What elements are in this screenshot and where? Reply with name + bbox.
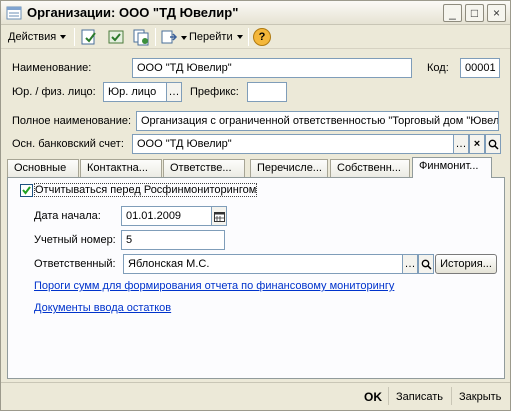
history-button[interactable]: История... <box>435 254 497 274</box>
search-icon[interactable] <box>418 254 434 274</box>
tab-own[interactable]: Собственн... <box>330 159 410 177</box>
name-label: Наименование: <box>12 62 92 74</box>
actions-menu[interactable]: Действия <box>8 29 67 45</box>
copy-icon[interactable] <box>132 28 150 46</box>
thresholds-link[interactable]: Пороги сумм для формирования отчета по ф… <box>34 280 394 292</box>
prefix-label: Префикс: <box>190 86 239 98</box>
ok-button[interactable]: OK <box>364 389 382 405</box>
help-icon[interactable]: ? <box>253 28 271 46</box>
tab-contact[interactable]: Контактна... <box>80 159 162 177</box>
legal-type-label: Юр. / физ. лицо: <box>12 86 96 98</box>
code-label: Код: <box>427 62 449 74</box>
title-bar: Организации: ООО "ТД Ювелир" _ □ × <box>1 1 510 25</box>
chevron-down-icon <box>60 35 67 39</box>
full-name-label: Полное наименование: <box>12 115 132 127</box>
maximize-button[interactable]: □ <box>465 4 484 22</box>
select-button[interactable]: … <box>453 134 469 154</box>
close-window-button[interactable]: × <box>487 4 506 22</box>
account-number-label: Учетный номер: <box>34 234 116 246</box>
report-checkbox[interactable] <box>20 184 33 197</box>
toolbar: Действия Перейти ? <box>1 25 510 49</box>
check-icon <box>22 186 31 195</box>
post-and-close-icon[interactable] <box>80 28 98 46</box>
window-title: Организации: ООО "ТД Ювелир" <box>27 5 239 20</box>
save-button[interactable]: Записать <box>396 389 443 405</box>
organization-window: Организации: ООО "ТД Ювелир" _ □ × Дейст… <box>0 0 511 411</box>
select-button[interactable]: … <box>402 254 418 274</box>
responsible-input[interactable]: Яблонская М.С. <box>123 254 403 274</box>
name-input[interactable]: ООО "ТД Ювелир" <box>132 58 412 78</box>
code-input[interactable]: 00001 <box>460 58 500 78</box>
opening-balances-link[interactable]: Документы ввода остатков <box>34 302 171 314</box>
account-number-input[interactable]: 5 <box>121 230 225 250</box>
save-doc-icon[interactable] <box>107 28 125 46</box>
tab-finmonitoring[interactable]: Финмонит... <box>412 157 492 178</box>
legal-type-input[interactable]: Юр. лицо <box>103 82 167 102</box>
start-date-input[interactable]: 01.01.2009 <box>121 206 213 226</box>
full-name-input[interactable]: Организация с ограниченной ответственнос… <box>136 111 499 131</box>
calendar-icon[interactable] <box>211 206 227 226</box>
catalog-icon <box>6 6 22 20</box>
prefix-input[interactable] <box>247 82 287 102</box>
finmonitoring-panel: Отчитываться перед Росфинмониторингом Да… <box>7 177 505 379</box>
chevron-down-icon <box>236 35 243 39</box>
close-button[interactable]: Закрыть <box>459 389 501 405</box>
chevron-down-icon[interactable] <box>181 36 187 40</box>
tab-responsible[interactable]: Ответстве... <box>163 159 245 177</box>
responsible-label: Ответственный: <box>34 258 116 270</box>
tab-transfers[interactable]: Перечисле... <box>250 159 328 177</box>
bank-account-label: Осн. банковский счет: <box>12 138 124 150</box>
based-on-icon[interactable] <box>160 28 178 46</box>
report-checkbox-label[interactable]: Отчитываться перед Росфинмониторингом <box>33 183 258 197</box>
clear-icon[interactable]: × <box>469 134 485 154</box>
select-button[interactable]: … <box>166 82 182 102</box>
start-date-label: Дата начала: <box>34 210 101 222</box>
tab-main[interactable]: Основные <box>7 159 79 177</box>
goto-menu[interactable]: Перейти <box>189 29 243 45</box>
bank-account-input[interactable]: ООО "ТД Ювелир" <box>132 134 454 154</box>
minimize-button[interactable]: _ <box>443 4 462 22</box>
search-icon[interactable] <box>485 134 501 154</box>
tab-bar: Основные Контактна... Ответстве... Переч… <box>7 157 507 178</box>
